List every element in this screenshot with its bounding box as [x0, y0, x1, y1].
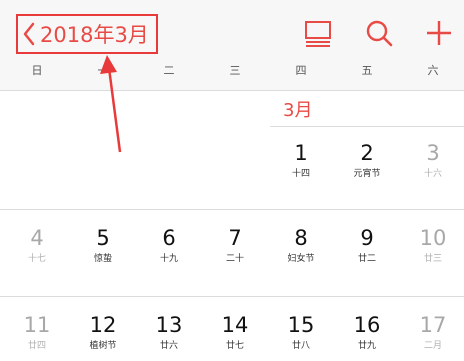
- annotation-arrow-icon: [100, 55, 122, 153]
